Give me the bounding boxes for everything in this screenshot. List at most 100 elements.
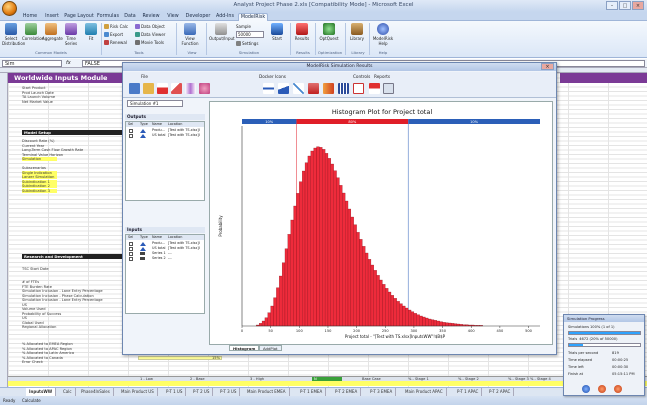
- cumulative-icon[interactable]: [171, 83, 182, 94]
- stage-header[interactable]: % - Stage 1: [408, 377, 448, 381]
- cell-label[interactable]: TA Launch Volume: [22, 95, 122, 99]
- fx-icon[interactable]: fx: [66, 60, 78, 67]
- tab-home[interactable]: Home: [20, 13, 40, 21]
- start-button[interactable]: Start: [268, 23, 286, 41]
- tab-review[interactable]: Review: [140, 13, 162, 21]
- scatter-icon[interactable]: [293, 83, 304, 94]
- yellow-data-row[interactable]: [8, 381, 647, 386]
- sheet-tab[interactable]: P-T 3 EMEA: [367, 388, 397, 396]
- modelrisk-help-button[interactable]: ModelRisk Help: [372, 23, 394, 46]
- scenario-header[interactable]: 1 - Low: [140, 377, 180, 381]
- tab-page-layout[interactable]: Page Layout: [64, 13, 94, 21]
- stop-icon[interactable]: [598, 385, 606, 393]
- close-icon[interactable]: ×: [632, 1, 644, 10]
- sheet-tab[interactable]: P-T 1 EMEA: [297, 388, 327, 396]
- cell-label[interactable]: Discount Rate (%): [22, 139, 122, 143]
- tab-insert[interactable]: Insert: [42, 13, 62, 21]
- stage-header[interactable]: % - Stage 4: [530, 377, 560, 381]
- aggregate-button[interactable]: Aggregate: [42, 23, 63, 41]
- grid-icon[interactable]: [338, 83, 349, 94]
- view-function-button[interactable]: View Function: [180, 23, 200, 46]
- row-checkbox[interactable]: [129, 241, 133, 246]
- cell-label[interactable]: Global Used: [22, 321, 122, 325]
- sheet-tab[interactable]: P-T 2 EMEA: [332, 388, 362, 396]
- cell-label[interactable]: Simulation Inclusion - Phase Calculation: [22, 294, 122, 298]
- time-series-button[interactable]: Time Series: [62, 23, 80, 46]
- cell-label[interactable]: % Allocated to APAC Region: [22, 347, 122, 351]
- close-icon[interactable]: ×: [541, 63, 554, 70]
- tab-modelrisk[interactable]: ModelRisk: [238, 13, 268, 21]
- cell-label[interactable]: Terminal Value Horizon: [22, 153, 122, 157]
- export-button[interactable]: Export: [104, 32, 123, 37]
- correlation-button[interactable]: Correlation: [22, 23, 44, 41]
- scenario-header[interactable]: 3 - High: [250, 377, 290, 381]
- row-checkbox[interactable]: [129, 133, 133, 138]
- sheet-tab[interactable]: InputsWW: [26, 388, 57, 396]
- tab-addplot[interactable]: AddPlot: [259, 345, 282, 351]
- open-folder-icon[interactable]: [143, 83, 154, 94]
- tab-developer[interactable]: Developer: [184, 13, 212, 21]
- pie-icon[interactable]: [199, 83, 210, 94]
- tab-view[interactable]: View: [164, 13, 182, 21]
- name-box[interactable]: Sim: [2, 60, 62, 67]
- data-object-button[interactable]: Data Object: [135, 24, 165, 29]
- sheet-tab[interactable]: P-T 1 APAC: [454, 388, 483, 396]
- stage-header[interactable]: % - Stage 2: [458, 377, 498, 381]
- data-viewer-button[interactable]: Data Viewer: [135, 32, 165, 37]
- cell-label[interactable]: Lanzer Simulation: [22, 175, 122, 179]
- stats-icon[interactable]: [353, 83, 364, 94]
- cell-label[interactable]: Volume Used: [22, 307, 122, 311]
- scenario-header[interactable]: Base Case: [362, 377, 402, 381]
- cell-label[interactable]: Error Check: [22, 360, 122, 364]
- pct-value[interactable]: 15%: [200, 356, 220, 360]
- sheet-tab[interactable]: Main Product APAC: [402, 388, 447, 396]
- histogram-icon[interactable]: [157, 83, 168, 94]
- menu-reports[interactable]: Reports: [374, 74, 390, 79]
- movie-tools-button[interactable]: Movie Tools: [135, 40, 164, 45]
- scenario-header[interactable]: 2 - Base: [190, 377, 230, 381]
- cell-label[interactable]: Simulation: [22, 157, 122, 161]
- input-row[interactable]: Series 2 ---: [126, 256, 204, 261]
- menu-docker-icons[interactable]: Docker Icons: [259, 74, 286, 79]
- optquest-button[interactable]: OptQuest: [318, 23, 340, 41]
- output-input-button[interactable]: Output/Input: [209, 23, 235, 41]
- sheet-tab[interactable]: P-T 1 US: [163, 388, 187, 396]
- tab-add-ins[interactable]: Add-Ins: [214, 13, 236, 21]
- cell-label[interactable]: Single Indication: [22, 171, 122, 175]
- filter-icon[interactable]: [369, 83, 380, 94]
- scenario-header[interactable]: N: [314, 377, 334, 381]
- tornado-icon[interactable]: [308, 83, 319, 94]
- cell-label[interactable]: Long-Term Cash Flow Growth Rate: [22, 148, 122, 152]
- cell-label[interactable]: Regional Allocation: [22, 325, 122, 329]
- minimize-icon[interactable]: –: [606, 1, 618, 10]
- select-distribution-button[interactable]: Select Distribution: [2, 23, 25, 46]
- cell-label[interactable]: Prod Launch Date: [22, 91, 122, 95]
- report-icon[interactable]: [383, 83, 394, 94]
- tab-histogram[interactable]: Histogram: [229, 345, 260, 351]
- sheet-tab[interactable]: Main Product US: [118, 388, 158, 396]
- row-checkbox[interactable]: [129, 246, 133, 251]
- library-button[interactable]: Library: [348, 23, 366, 41]
- cell-label[interactable]: FTE Burden Rate: [22, 285, 122, 289]
- cell-label[interactable]: Start Product: [22, 86, 122, 90]
- row-checkbox[interactable]: [129, 251, 133, 256]
- samples-input[interactable]: 50000: [236, 31, 264, 38]
- row-checkbox[interactable]: [129, 256, 133, 261]
- cell-label[interactable]: Simulation Inclusion - Lane Entry Percen…: [22, 298, 122, 302]
- results-button[interactable]: Results: [293, 23, 311, 41]
- tab-data[interactable]: Data: [122, 13, 138, 21]
- cell-label[interactable]: Subindication 3: [22, 189, 122, 193]
- cell-label[interactable]: % Allocated to Latin America: [22, 351, 122, 355]
- sheet-tab[interactable]: Calc: [60, 388, 76, 396]
- row-checkbox[interactable]: [129, 128, 133, 133]
- cell-label[interactable]: Subindication 1: [22, 180, 122, 184]
- cell-label[interactable]: Net Market Value: [22, 100, 122, 104]
- cell-label[interactable]: Simulation Inclusion - Lane Entry Percen…: [22, 289, 122, 293]
- density-icon[interactable]: [185, 83, 196, 94]
- cell-label[interactable]: % Allocated to EMEA Region: [22, 342, 122, 346]
- cell-label[interactable]: US: [22, 316, 122, 320]
- spider-icon[interactable]: [323, 83, 334, 94]
- histogram-plot-area[interactable]: Histogram Plot for Project total Probabi…: [209, 101, 553, 345]
- office-button[interactable]: [2, 1, 17, 16]
- cell-label[interactable]: Subindication 2: [22, 184, 122, 188]
